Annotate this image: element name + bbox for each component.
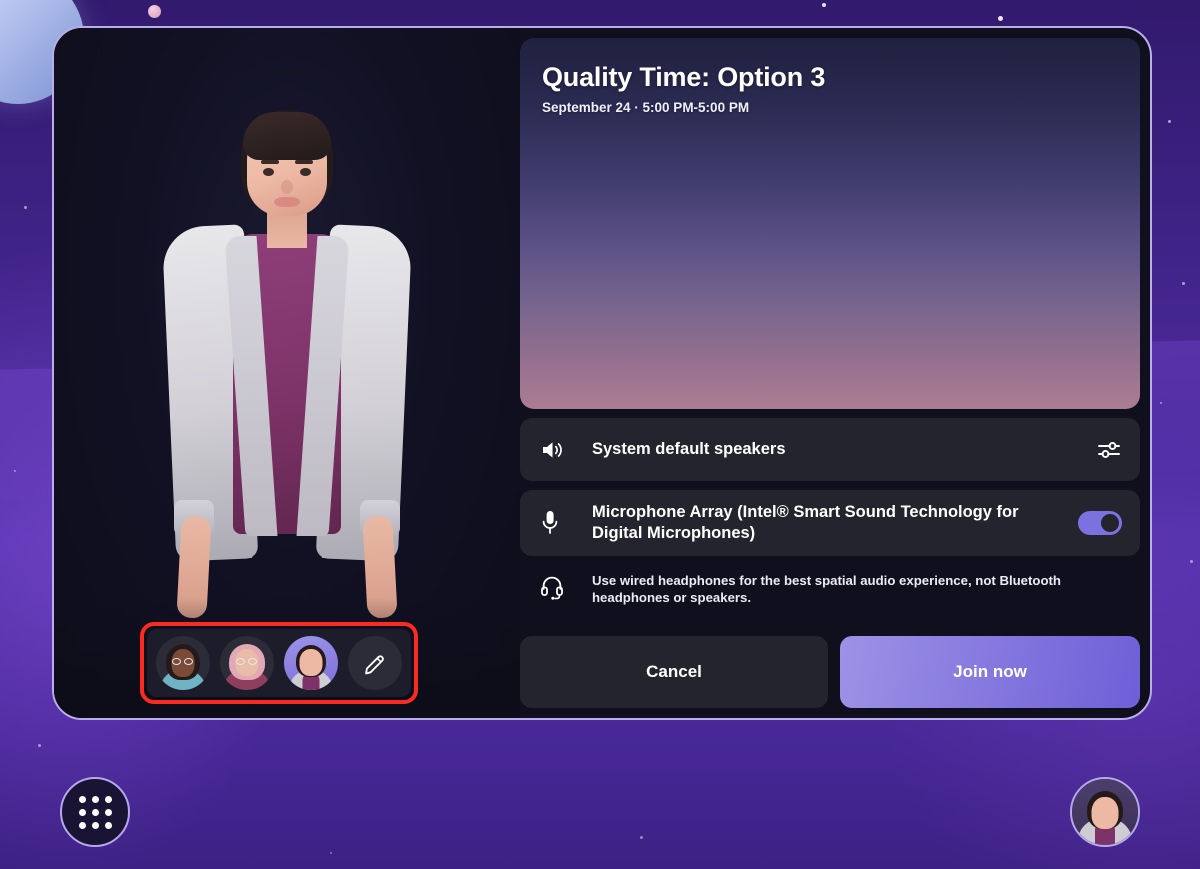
page-title: Quality Time: Option 3 [542,62,826,92]
meeting-header: Quality Time: Option 3 September 24 · 5:… [542,62,825,115]
avatar [1072,779,1138,845]
avatar-eye-left [263,168,274,176]
pencil-icon [365,655,384,675]
app-grid-button[interactable] [60,777,130,847]
star-icon [1168,120,1171,123]
join-now-button[interactable]: Join now [840,636,1140,708]
avatar-picker-highlight [140,622,418,704]
avatar-thumbnail [156,636,210,690]
edit-avatar-button[interactable] [348,636,402,690]
avatar-thumbnail [284,636,338,690]
avatar-option-1[interactable] [156,636,210,690]
spatial-audio-hint: Use wired headphones for the best spatia… [520,565,1140,621]
cancel-button[interactable]: Cancel [520,636,828,708]
avatar-lips [274,197,300,207]
avatar-eye-right [300,168,311,176]
star-icon [38,744,41,747]
star-icon [1182,282,1185,285]
avatar-option-2[interactable] [220,636,274,690]
avatar-brow-right [295,160,313,164]
star-icon [24,206,27,209]
avatar-picker [147,629,411,697]
audio-settings-icon [1098,441,1120,458]
avatar-preview-stage [54,28,520,718]
speaker-label: System default speakers [592,440,786,459]
star-icon [1160,402,1162,404]
meeting-schedule: September 24 · 5:00 PM-5:00 PM [542,100,750,115]
speaker-icon [540,439,592,461]
avatar-nose [281,180,293,194]
meeting-details-panel: Quality Time: Option 3 September 24 · 5:… [520,28,1150,718]
meeting-preview: Quality Time: Option 3 September 24 · 5:… [520,38,1140,410]
app-grid-icon [78,795,112,829]
star-icon [822,3,826,7]
microphone-toggle[interactable] [1078,511,1122,535]
star-icon [14,470,16,472]
star-icon [998,16,1003,21]
headset-icon [540,573,592,600]
profile-avatar-button[interactable] [1070,777,1140,847]
speaker-device-row[interactable]: System default speakers [520,418,1140,481]
avatar-brow-left [261,160,279,164]
spatial-audio-hint-text: Use wired headphones for the best spatia… [592,573,1061,605]
avatar-option-3[interactable] [284,636,338,690]
avatar-hair-top [243,112,331,160]
microphone-icon [540,509,592,537]
audio-settings-button[interactable] [1096,439,1122,461]
toggle-knob [1101,514,1119,532]
dialog-actions: Cancel Join now [520,636,1140,708]
moonlet-icon [148,5,161,18]
star-icon [640,836,643,839]
microphone-label: Microphone Array (Intel® Smart Sound Tec… [592,503,1019,542]
microphone-device-row[interactable]: Microphone Array (Intel® Smart Sound Tec… [520,490,1140,556]
avatar-thumbnail [220,636,274,690]
star-icon [330,852,332,854]
join-meeting-dialog: Quality Time: Option 3 September 24 · 5:… [52,26,1152,720]
star-icon [1190,560,1193,563]
